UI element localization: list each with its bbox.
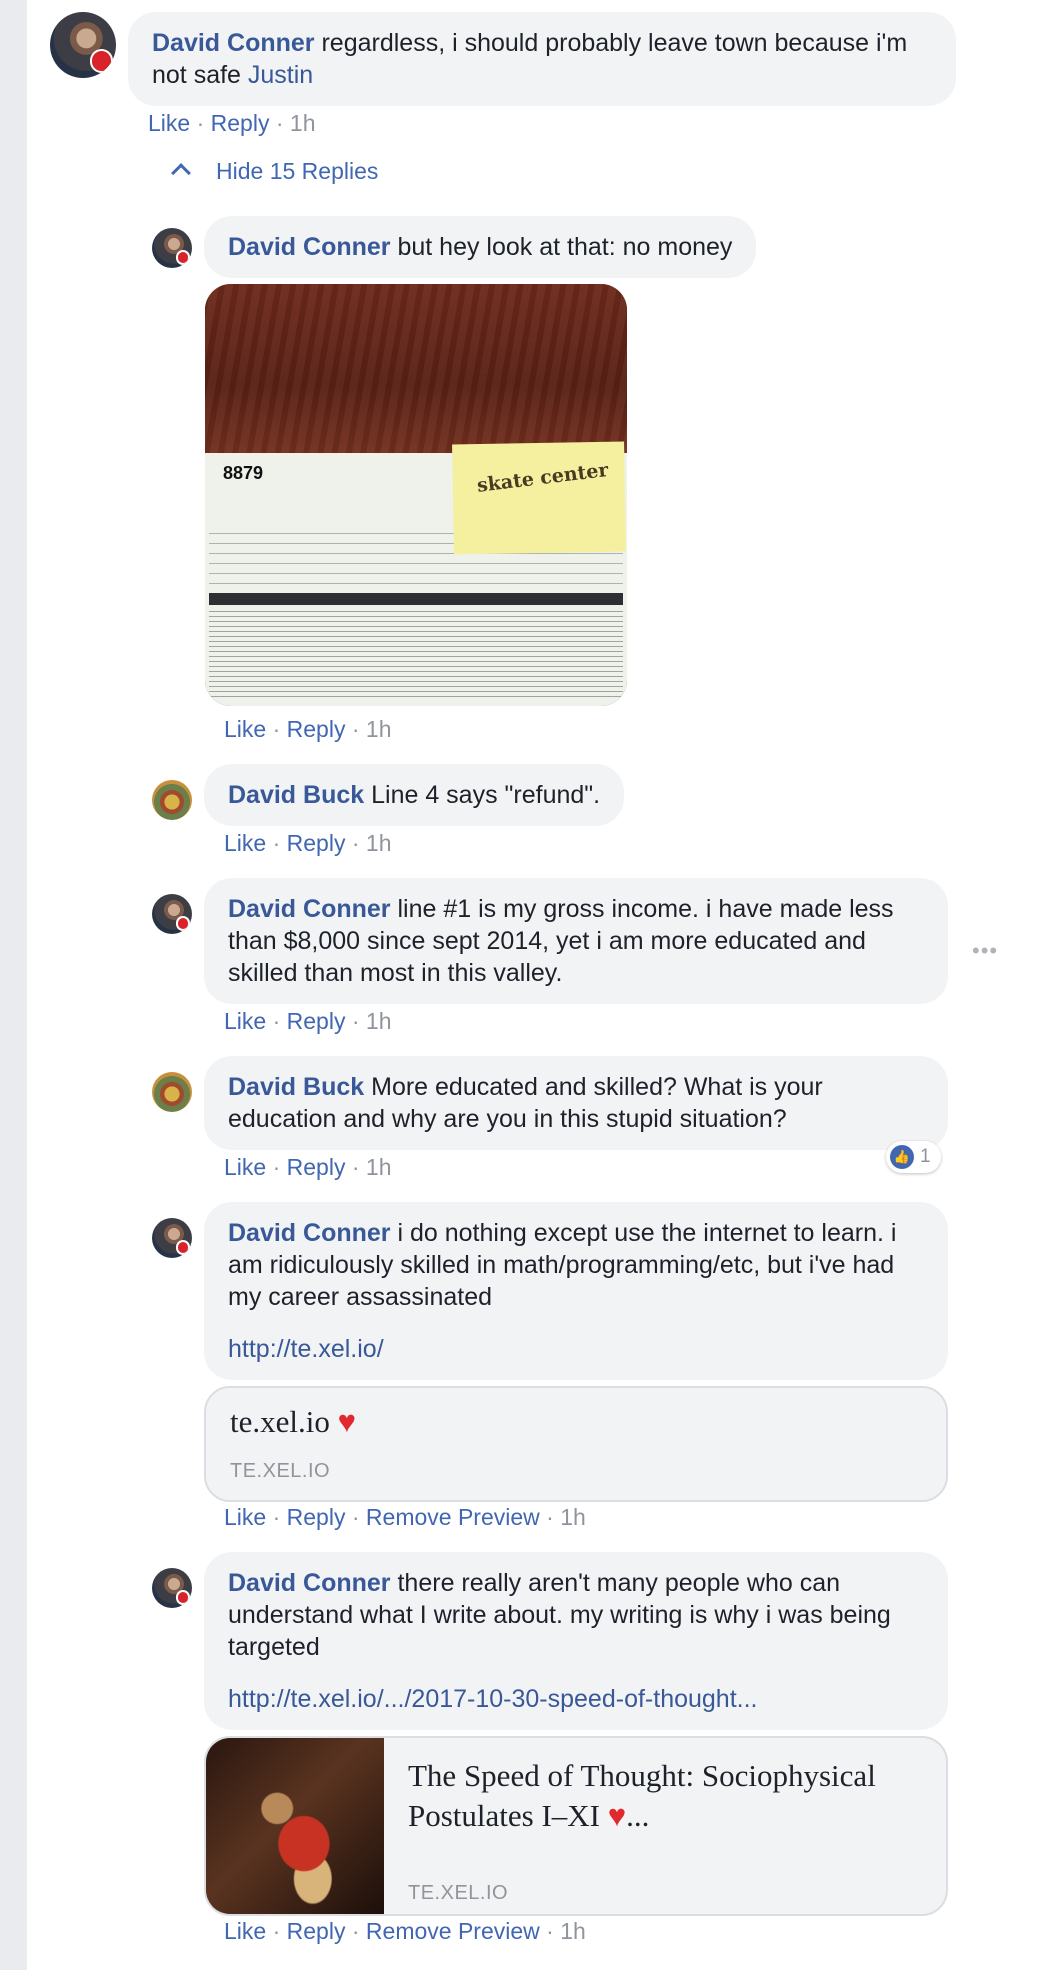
form-number: 8879 (223, 462, 264, 483)
thumbs-up-icon: 👍 (890, 1145, 914, 1169)
timestamp[interactable]: 1h (366, 716, 392, 742)
reply-bubble: David Buck Line 4 says "refund". (204, 764, 625, 826)
reply-link[interactable]: Reply (287, 716, 346, 742)
irs-form: 8879 skate center (205, 441, 627, 706)
preview-domain: TE.XEL.IO (230, 1460, 331, 1482)
more-options-icon[interactable]: ••• (972, 938, 998, 964)
reply-bubble: David Conner line #1 is my gross income.… (204, 878, 948, 1004)
reply-actions: Like · Reply · Remove Preview · 1h (224, 1504, 586, 1530)
reply-text: but hey look at that: no money (397, 233, 733, 261)
preview-title: te.xel.io ♥ (230, 1404, 357, 1439)
like-link[interactable]: Like (224, 1154, 266, 1180)
comment-bubble: David Conner regardless, i should probab… (128, 12, 956, 106)
article-preview-card[interactable]: The Speed of Thought: Sociophysical Post… (204, 1736, 948, 1916)
avatar-david-conner[interactable] (152, 1568, 192, 1608)
reaction-count-number: 1 (920, 1146, 931, 1167)
reply-author[interactable]: David Conner (228, 1219, 391, 1247)
reply-link[interactable]: Reply (287, 1154, 346, 1180)
reply-bubble: David Conner but hey look at that: no mo… (204, 216, 757, 278)
reply-actions: Like · Reply · Remove Preview · 1h (224, 1918, 586, 1944)
reply-author[interactable]: David Buck (228, 1073, 364, 1101)
preview-domain: TE.XEL.IO (408, 1882, 509, 1904)
avatar-david-buck[interactable] (152, 780, 192, 820)
reply-link[interactable]: Reply (287, 830, 346, 856)
avatar-david-conner[interactable] (50, 12, 116, 78)
like-link[interactable]: Like (224, 1008, 266, 1034)
link-preview-card[interactable]: te.xel.io ♥ TE.XEL.IO (204, 1386, 948, 1502)
reaction-count[interactable]: 👍 1 (886, 1141, 941, 1173)
ticket-label: skate center (475, 458, 610, 497)
reply-actions: Like · Reply · 1h (224, 716, 392, 742)
skate-ticket: skate center (452, 441, 626, 555)
comment-actions: Like · Reply · 1h (148, 110, 316, 136)
timestamp[interactable]: 1h (366, 830, 392, 856)
timestamp[interactable]: 1h (366, 1008, 392, 1034)
timestamp[interactable]: 1h (290, 110, 316, 136)
reply-author[interactable]: David Buck (228, 781, 364, 809)
reply-actions: Like · Reply · 1h (224, 1008, 392, 1034)
reply-link[interactable]: Reply (287, 1918, 346, 1944)
wood-table (205, 284, 627, 453)
timestamp[interactable]: 1h (366, 1154, 392, 1180)
reply-link[interactable]: Reply (287, 1008, 346, 1034)
remove-preview-link[interactable]: Remove Preview (366, 1918, 540, 1944)
reply-actions: Like · Reply · 1h (224, 1154, 392, 1180)
avatar-david-buck[interactable] (152, 1072, 192, 1112)
reply-bubble: David Conner there really aren't many pe… (204, 1552, 948, 1730)
timestamp[interactable]: 1h (560, 1504, 586, 1530)
hide-replies-toggle[interactable]: Hide 15 Replies (216, 158, 378, 185)
avatar-david-conner[interactable] (152, 894, 192, 934)
shared-link[interactable]: http://te.xel.io/ (228, 1333, 924, 1365)
article-thumbnail (206, 1738, 384, 1914)
reply-author[interactable]: David Conner (228, 233, 391, 261)
reply-link[interactable]: Reply (211, 110, 270, 136)
timestamp[interactable]: 1h (560, 1918, 586, 1944)
attached-photo[interactable]: 8879 skate center (205, 284, 627, 706)
like-link[interactable]: Like (224, 830, 266, 856)
heart-icon: ♥ (337, 1404, 357, 1439)
reply-link[interactable]: Reply (287, 1504, 346, 1530)
preview-title: The Speed of Thought: Sociophysical Post… (408, 1758, 876, 1833)
comment-author[interactable]: David Conner (152, 29, 315, 57)
reply-text: Line 4 says "refund". (371, 781, 601, 809)
remove-preview-link[interactable]: Remove Preview (366, 1504, 540, 1530)
reply-actions: Like · Reply · 1h (224, 830, 392, 856)
shared-link[interactable]: http://te.xel.io/.../2017-10-30-speed-of… (228, 1683, 924, 1715)
heart-icon: ♥ (607, 1798, 627, 1833)
like-link[interactable]: Like (224, 716, 266, 742)
like-link[interactable]: Like (224, 1918, 266, 1944)
reply-bubble: David Buck More educated and skilled? Wh… (204, 1056, 948, 1150)
avatar-david-conner[interactable] (152, 228, 192, 268)
reply-author[interactable]: David Conner (228, 1569, 391, 1597)
like-link[interactable]: Like (148, 110, 190, 136)
reply-author[interactable]: David Conner (228, 895, 391, 923)
like-link[interactable]: Like (224, 1504, 266, 1530)
reply-bubble: David Conner i do nothing except use the… (204, 1202, 948, 1380)
avatar-david-conner[interactable] (152, 1218, 192, 1258)
mention-link[interactable]: Justin (248, 61, 313, 89)
